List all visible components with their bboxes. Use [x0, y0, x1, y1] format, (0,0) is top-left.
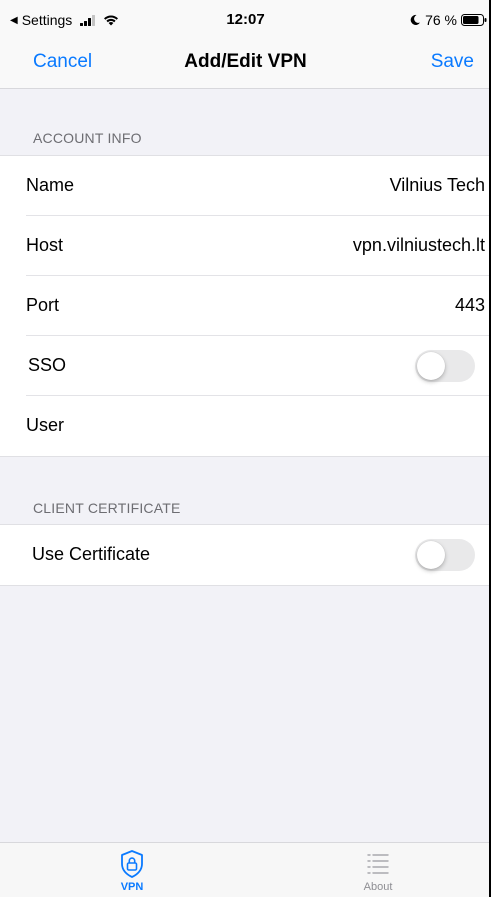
navigation-bar: Cancel Add/Edit VPN Save	[0, 40, 491, 89]
name-row[interactable]: Name Vilnius Tech	[0, 156, 491, 216]
toggle-knob	[417, 541, 445, 569]
name-value[interactable]: Vilnius Tech	[390, 175, 485, 196]
toggle-knob	[417, 352, 445, 380]
user-label: User	[26, 415, 65, 435]
tab-about[interactable]: About	[328, 849, 428, 893]
name-label: Name	[26, 175, 75, 195]
tab-vpn-label: VPN	[120, 881, 144, 893]
do-not-disturb-moon-icon	[410, 14, 421, 25]
account-info-group: Name Vilnius Tech Host vpn.vilniustech.l…	[0, 155, 491, 457]
status-bar: ◀ Settings 12:07 76 %	[0, 0, 491, 40]
sso-toggle[interactable]	[415, 350, 475, 382]
host-label: Host	[26, 235, 64, 255]
host-value[interactable]: vpn.vilniustech.lt	[353, 235, 485, 256]
port-row[interactable]: Port 443	[0, 276, 491, 336]
lock-shield-icon	[121, 850, 143, 878]
status-right: 76 %	[409, 12, 487, 28]
sso-label: SSO	[28, 355, 67, 375]
use-certificate-row: Use Certificate	[0, 525, 491, 585]
tab-bar: VPN About	[0, 842, 491, 897]
tab-about-label: About	[363, 881, 393, 893]
section-header-account-info: ACCOUNT INFO	[33, 130, 142, 146]
battery-icon	[461, 14, 487, 26]
vpn-edit-screen: ◀ Settings 12:07 76 % Cancel Add/Edit VP…	[0, 0, 491, 897]
port-label: Port	[26, 295, 60, 315]
port-value[interactable]: 443	[455, 295, 485, 316]
section-header-client-certificate: CLIENT CERTIFICATE	[33, 500, 181, 516]
client-certificate-group: Use Certificate	[0, 524, 491, 586]
save-button[interactable]: Save	[431, 51, 474, 73]
sso-row: SSO	[0, 336, 491, 396]
battery-percentage: 76 %	[425, 12, 457, 28]
user-row[interactable]: User	[0, 396, 491, 456]
page-title: Add/Edit VPN	[184, 51, 307, 72]
use-certificate-toggle[interactable]	[415, 539, 475, 571]
list-icon	[367, 854, 389, 874]
use-certificate-label: Use Certificate	[32, 544, 151, 564]
host-row[interactable]: Host vpn.vilniustech.lt	[0, 216, 491, 276]
tab-vpn[interactable]: VPN	[82, 849, 182, 893]
